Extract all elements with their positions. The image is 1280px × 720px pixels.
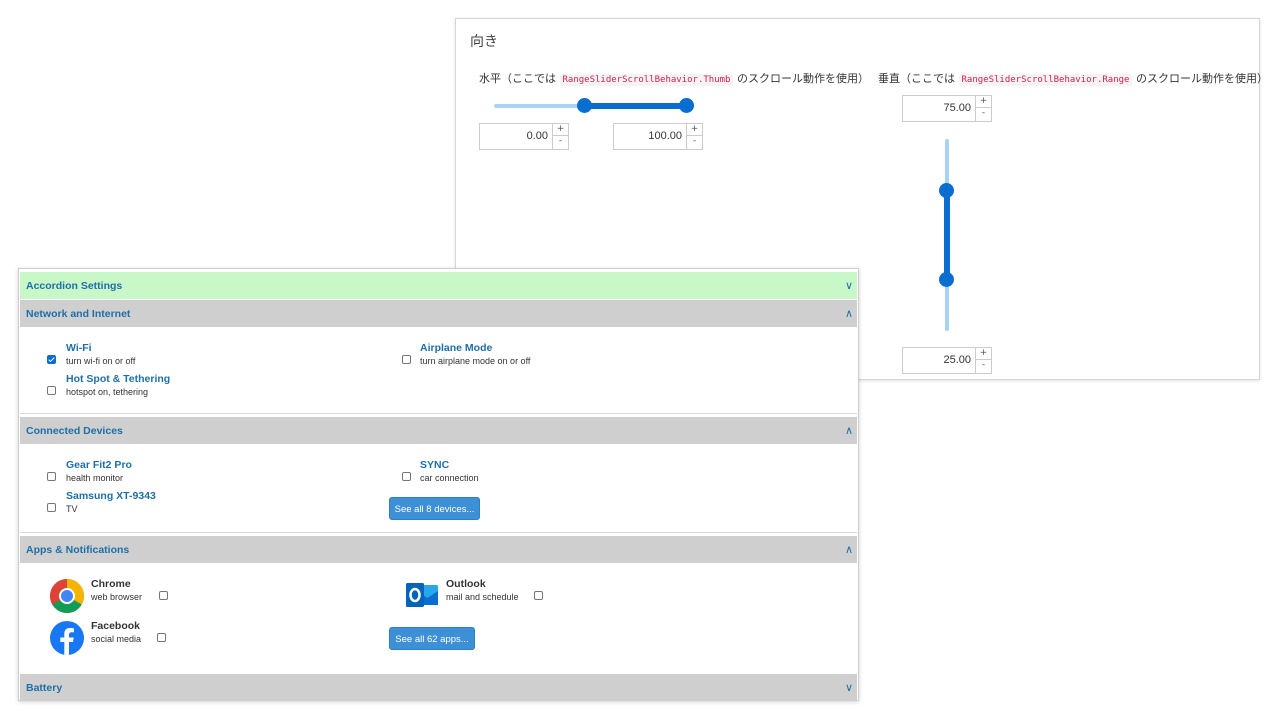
increment-button[interactable]: +	[976, 96, 991, 108]
item-title: Facebook	[91, 620, 141, 632]
spin-buttons: + -	[686, 124, 702, 149]
spin-buttons: + -	[552, 124, 568, 149]
item-title: Samsung XT-9343	[66, 490, 156, 502]
chevron-up-icon: ∧	[844, 544, 853, 556]
battery-section-header[interactable]: Battery ∨	[20, 674, 857, 701]
horizontal-lower-thumb[interactable]	[577, 98, 593, 113]
item-subtitle: car connection	[420, 473, 479, 483]
network-section-header[interactable]: Network and Internet ∧	[20, 300, 857, 327]
vertical-lower-thumb[interactable]	[939, 271, 954, 287]
devices-section-header[interactable]: Connected Devices ∧	[20, 417, 857, 444]
header-label: Network and Internet	[26, 308, 131, 320]
item-title: Chrome	[91, 578, 131, 590]
chrome-icon	[50, 579, 84, 613]
devices-section-body: Gear Fit2 Pro health monitor SYNC car co…	[20, 444, 857, 533]
item-subtitle: social media	[91, 634, 142, 644]
item-subtitle: hotspot on, tethering	[66, 387, 149, 397]
horizontal-label: 水平（ここでは RangeSliderScrollBehavior.Thumb …	[479, 70, 869, 86]
outlook-icon	[406, 583, 438, 607]
see-all-devices-button[interactable]: See all 8 devices...	[389, 497, 480, 520]
vertical-lower-input[interactable]: 25.00 + -	[902, 347, 992, 374]
hotspot-checkbox[interactable]	[47, 386, 56, 395]
item-title: Airplane Mode	[420, 342, 493, 354]
outlook-checkbox[interactable]	[534, 591, 543, 600]
spin-buttons: + -	[975, 348, 991, 373]
apps-section-body: Chrome web browser Outlook mail and sche…	[20, 563, 857, 671]
horizontal-code: RangeSliderScrollBehavior.Thumb	[559, 74, 734, 86]
decrement-button[interactable]: -	[976, 360, 991, 372]
item-subtitle: turn airplane mode on or off	[420, 356, 531, 366]
increment-button[interactable]: +	[687, 124, 702, 136]
orientation-title: 向き	[470, 34, 498, 50]
vertical-label-prefix: 垂直（ここでは	[878, 72, 955, 85]
horizontal-range-slider[interactable]	[494, 98, 694, 114]
section-divider	[20, 532, 857, 533]
chevron-up-icon: ∧	[844, 425, 853, 437]
item-title: Gear Fit2 Pro	[66, 459, 132, 471]
chevron-down-icon: ∨	[844, 682, 853, 694]
item-title: Hot Spot & Tethering	[66, 373, 171, 385]
chevron-down-icon: ∨	[844, 280, 853, 292]
horizontal-upper-thumb[interactable]	[679, 98, 694, 113]
accordion-settings-header[interactable]: Accordion Settings ∨	[20, 272, 857, 299]
item-subtitle: mail and schedule	[446, 592, 519, 602]
settings-accordion: Accordion Settings ∨ Network and Interne…	[18, 268, 859, 701]
increment-button[interactable]: +	[553, 124, 568, 136]
item-subtitle: TV	[66, 504, 78, 514]
see-all-apps-button[interactable]: See all 62 apps...	[389, 627, 475, 650]
apps-section-header[interactable]: Apps & Notifications ∧	[20, 536, 857, 563]
header-label: Apps & Notifications	[26, 544, 130, 556]
vertical-label: 垂直（ここでは RangeSliderScrollBehavior.Range …	[878, 70, 1268, 86]
vertical-label-suffix: のスクロール動作を使用）	[1135, 72, 1268, 85]
samsung-tv-checkbox[interactable]	[47, 503, 56, 512]
item-subtitle: health monitor	[66, 473, 124, 483]
item-subtitle: turn wi-fi on or off	[66, 356, 136, 366]
chevron-up-icon: ∧	[844, 308, 853, 320]
vertical-range-slider[interactable]	[939, 139, 955, 331]
horizontal-upper-input[interactable]: 100.00 + -	[613, 123, 703, 150]
sync-checkbox[interactable]	[402, 472, 411, 481]
vertical-upper-thumb[interactable]	[939, 183, 954, 199]
horizontal-upper-value[interactable]: 100.00	[648, 130, 682, 142]
horizontal-lower-value[interactable]: 0.00	[527, 130, 548, 142]
header-label: Connected Devices	[26, 425, 123, 437]
vertical-upper-value[interactable]: 75.00	[943, 102, 971, 114]
facebook-icon	[50, 621, 84, 655]
decrement-button[interactable]: -	[553, 136, 568, 148]
vertical-fill	[944, 190, 950, 280]
vertical-lower-value[interactable]: 25.00	[943, 354, 971, 366]
horizontal-label-prefix: 水平（ここでは	[479, 72, 556, 85]
network-section-body: Wi-Fi turn wi-fi on or off Airplane Mode…	[20, 327, 857, 414]
item-subtitle: web browser	[91, 592, 143, 602]
horizontal-fill	[584, 103, 687, 109]
spin-buttons: + -	[975, 96, 991, 121]
wifi-checkbox[interactable]	[47, 355, 56, 364]
airplane-mode-checkbox[interactable]	[402, 355, 411, 364]
section-divider	[20, 413, 857, 414]
header-label: Accordion Settings	[26, 280, 123, 292]
gear-fit-checkbox[interactable]	[47, 472, 56, 481]
decrement-button[interactable]: -	[687, 136, 702, 148]
header-label: Battery	[26, 682, 63, 694]
vertical-upper-input[interactable]: 75.00 + -	[902, 95, 992, 122]
decrement-button[interactable]: -	[976, 108, 991, 120]
horizontal-label-suffix: のスクロール動作を使用）	[736, 72, 869, 85]
item-title: SYNC	[420, 459, 450, 471]
increment-button[interactable]: +	[976, 348, 991, 360]
item-title: Outlook	[446, 578, 486, 590]
facebook-checkbox[interactable]	[157, 633, 166, 642]
chrome-checkbox[interactable]	[159, 591, 168, 600]
vertical-code: RangeSliderScrollBehavior.Range	[958, 74, 1133, 86]
item-title: Wi-Fi	[66, 342, 92, 354]
horizontal-lower-input[interactable]: 0.00 + -	[479, 123, 569, 150]
